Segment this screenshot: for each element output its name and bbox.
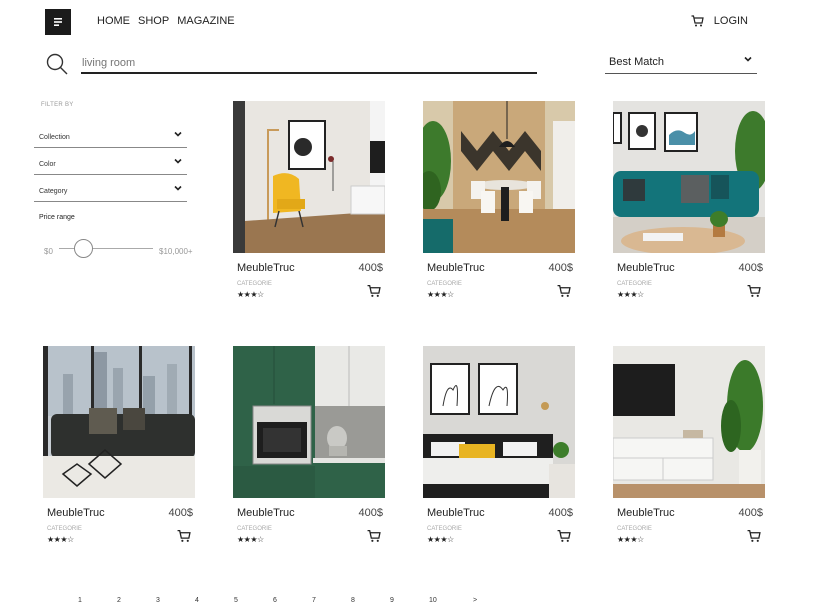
add-to-cart-icon[interactable] — [367, 284, 381, 298]
product-category: CATEGORIE — [237, 526, 272, 532]
product-card[interactable]: MeubleTruc 400$ CATEGORIE ★★★☆ — [613, 101, 765, 301]
product-price: 400$ — [358, 507, 383, 519]
sort-selected-value: Best Match — [609, 56, 665, 68]
product-name: MeubleTruc — [427, 262, 485, 274]
product-rating: ★★★☆ — [47, 535, 74, 544]
chevron-down-icon — [174, 131, 182, 137]
price-range-title: Price range — [39, 214, 75, 221]
product-card[interactable]: MeubleTruc 400$ CATEGORIE ★★★☆ — [613, 346, 765, 546]
add-to-cart-icon[interactable] — [557, 529, 571, 543]
filter-color[interactable]: Color — [34, 153, 187, 175]
sort-select[interactable]: Best Match — [605, 52, 757, 74]
price-min-label: $0 — [44, 247, 53, 256]
product-name: MeubleTruc — [617, 507, 675, 519]
product-price: 400$ — [548, 262, 573, 274]
product-image[interactable] — [233, 346, 385, 498]
add-to-cart-icon[interactable] — [747, 529, 761, 543]
next-page-button[interactable]: > — [473, 597, 477, 604]
add-to-cart-icon[interactable] — [557, 284, 571, 298]
product-rating: ★★★☆ — [427, 535, 454, 544]
product-image[interactable] — [613, 101, 765, 253]
product-price: 400$ — [548, 507, 573, 519]
product-name: MeubleTruc — [47, 507, 105, 519]
price-slider-thumb[interactable] — [74, 239, 93, 258]
product-rating: ★★★☆ — [237, 290, 264, 299]
filter-color-label: Color — [39, 161, 56, 168]
product-name: MeubleTruc — [427, 507, 485, 519]
main-nav: HOME SHOP MAGAZINE — [97, 15, 235, 27]
product-card[interactable]: MeubleTruc 400$ CATEGORIE ★★★☆ — [423, 101, 575, 301]
page-2[interactable]: 2 — [117, 597, 121, 604]
page-8[interactable]: 8 — [351, 597, 355, 604]
page-3[interactable]: 3 — [156, 597, 160, 604]
product-category: CATEGORIE — [617, 526, 652, 532]
page-9[interactable]: 9 — [390, 597, 394, 604]
filter-category[interactable]: Category — [34, 180, 187, 202]
chevron-down-icon — [744, 56, 752, 62]
product-rating: ★★★☆ — [237, 535, 264, 544]
nav-magazine[interactable]: MAGAZINE — [177, 15, 234, 27]
product-rating: ★★★☆ — [617, 290, 644, 299]
product-name: MeubleTruc — [617, 262, 675, 274]
product-category: CATEGORIE — [617, 281, 652, 287]
product-name: MeubleTruc — [237, 507, 295, 519]
product-category: CATEGORIE — [47, 526, 82, 532]
product-card[interactable]: MeubleTruc 400$ CATEGORIE ★★★☆ — [423, 346, 575, 546]
login-area[interactable]: LOGIN — [691, 15, 748, 27]
pagination: 1 2 3 4 5 6 7 8 9 10 > — [0, 597, 819, 609]
menu-logo-button[interactable] — [45, 9, 71, 35]
product-category: CATEGORIE — [237, 281, 272, 287]
product-image[interactable] — [43, 346, 195, 498]
product-category: CATEGORIE — [427, 526, 462, 532]
cart-icon — [691, 15, 704, 27]
product-price: 400$ — [738, 507, 763, 519]
product-image[interactable] — [613, 346, 765, 498]
product-price: 400$ — [168, 507, 193, 519]
page-6[interactable]: 6 — [273, 597, 277, 604]
page-5[interactable]: 5 — [234, 597, 238, 604]
price-max-label: $10,000+ — [159, 247, 193, 256]
nav-shop[interactable]: SHOP — [138, 15, 169, 27]
page-7[interactable]: 7 — [312, 597, 316, 604]
menu-icon — [54, 18, 62, 26]
product-image[interactable] — [233, 101, 385, 253]
nav-home[interactable]: HOME — [97, 15, 130, 27]
product-rating: ★★★☆ — [427, 290, 454, 299]
page-4[interactable]: 4 — [195, 597, 199, 604]
filter-title: FILTER BY — [41, 102, 74, 108]
product-price: 400$ — [738, 262, 763, 274]
product-name: MeubleTruc — [237, 262, 295, 274]
page-1[interactable]: 1 — [78, 597, 82, 604]
product-image[interactable] — [423, 346, 575, 498]
chevron-down-icon — [174, 185, 182, 191]
product-rating: ★★★☆ — [617, 535, 644, 544]
product-card[interactable]: MeubleTruc 400$ CATEGORIE ★★★☆ — [43, 346, 195, 546]
filter-collection[interactable]: Collection — [34, 126, 187, 148]
product-image[interactable] — [423, 101, 575, 253]
product-card[interactable]: MeubleTruc 400$ CATEGORIE ★★★☆ — [233, 101, 385, 301]
add-to-cart-icon[interactable] — [367, 529, 381, 543]
filter-category-label: Category — [39, 188, 68, 195]
chevron-down-icon — [174, 158, 182, 164]
search-icon[interactable] — [45, 52, 69, 76]
product-card[interactable]: MeubleTruc 400$ CATEGORIE ★★★☆ — [233, 346, 385, 546]
login-link[interactable]: LOGIN — [714, 15, 748, 27]
product-category: CATEGORIE — [427, 281, 462, 287]
search-input[interactable] — [81, 56, 537, 74]
add-to-cart-icon[interactable] — [177, 529, 191, 543]
add-to-cart-icon[interactable] — [747, 284, 761, 298]
product-price: 400$ — [358, 262, 383, 274]
filter-collection-label: Collection — [39, 134, 70, 141]
page-10[interactable]: 10 — [429, 597, 437, 604]
